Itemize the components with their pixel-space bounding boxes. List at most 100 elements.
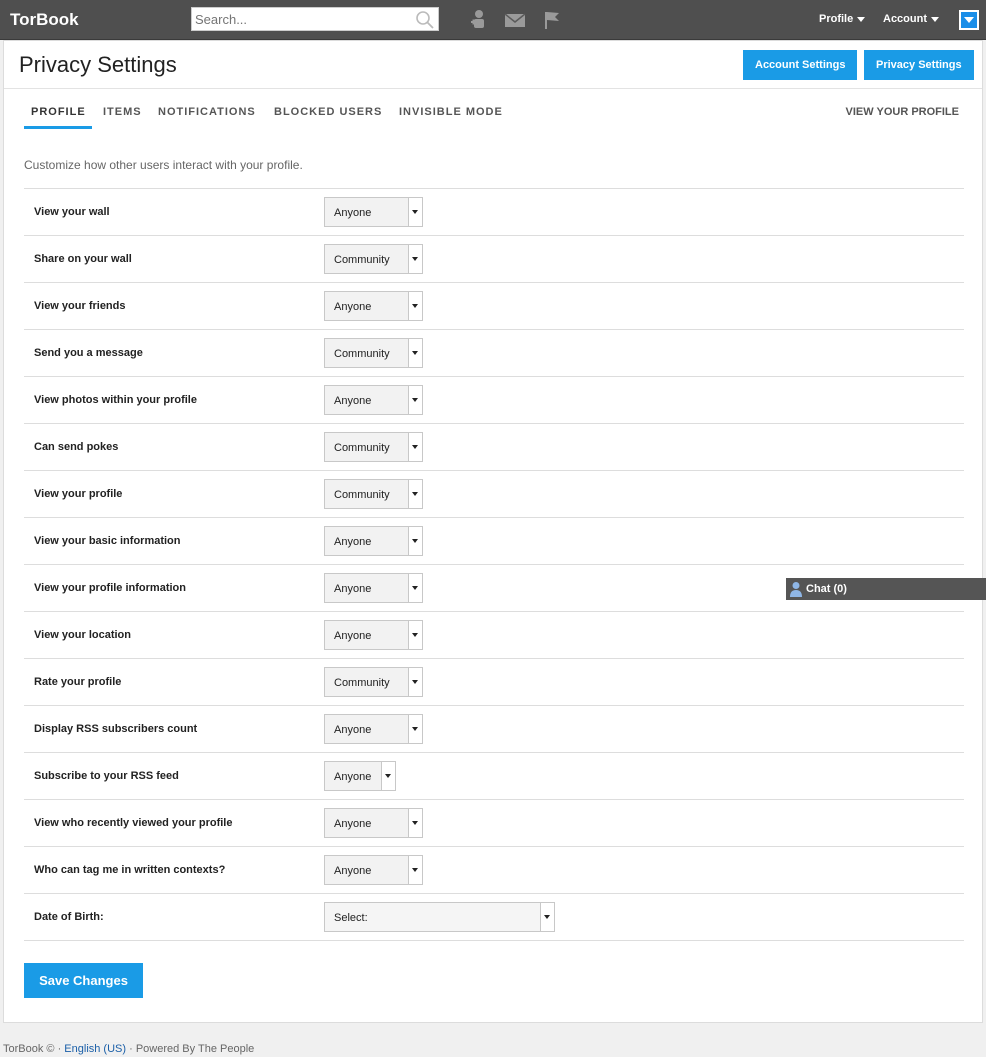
setting-label: View photos within your profile: [34, 394, 197, 406]
tab-blocked-users[interactable]: BLOCKED USERS: [274, 106, 382, 118]
messages-icon[interactable]: [504, 9, 526, 31]
profile-menu[interactable]: Profile: [819, 13, 866, 25]
setting-value: Community: [334, 348, 390, 360]
setting-select[interactable]: Community: [324, 479, 423, 509]
setting-value: Anyone: [334, 818, 372, 830]
setting-value: Anyone: [334, 395, 372, 407]
setting-label: View your location: [34, 629, 131, 641]
setting-label: View your profile: [34, 488, 123, 500]
notifications-flag-icon[interactable]: [541, 9, 563, 31]
page-header: Privacy Settings Account Settings Privac…: [4, 41, 982, 89]
view-profile-link[interactable]: VIEW YOUR PROFILE: [846, 106, 959, 118]
dropdown-arrow-icon: [408, 856, 422, 884]
dropdown-arrow-icon: [408, 245, 422, 273]
chat-bar[interactable]: Chat (0): [786, 578, 986, 600]
footer-powered-by: · Powered By The People: [129, 1043, 255, 1055]
setting-value: Anyone: [334, 583, 372, 595]
setting-row: View your wall Anyone: [24, 189, 964, 236]
setting-label: View who recently viewed your profile: [34, 817, 233, 829]
tab-invisible-mode[interactable]: INVISIBLE MODE: [399, 106, 503, 118]
setting-label: Display RSS subscribers count: [34, 723, 198, 735]
setting-select[interactable]: Community: [324, 244, 423, 274]
quick-menu-button[interactable]: [959, 10, 979, 30]
dropdown-arrow-icon: [408, 715, 422, 743]
setting-select[interactable]: Anyone: [324, 573, 423, 603]
tab-profile[interactable]: PROFILE: [31, 106, 86, 118]
search-box: [191, 7, 439, 31]
setting-select[interactable]: Anyone: [324, 197, 423, 227]
settings-tabs: PROFILE ITEMS NOTIFICATIONS BLOCKED USER…: [24, 101, 964, 131]
active-tab-indicator: [24, 126, 92, 129]
dropdown-arrow-icon: [408, 574, 422, 602]
setting-select[interactable]: Anyone: [324, 808, 423, 838]
setting-select[interactable]: Anyone: [324, 855, 423, 885]
account-menu-label: Account: [883, 13, 927, 25]
intro-text: Customize how other users interact with …: [24, 158, 303, 172]
privacy-settings-list: View your wall Anyone Share on your wall…: [24, 188, 964, 941]
save-changes-button[interactable]: Save Changes: [24, 963, 143, 998]
setting-value: Community: [334, 442, 390, 454]
page-title: Privacy Settings: [19, 52, 177, 77]
language-link[interactable]: English (US): [64, 1043, 126, 1055]
privacy-settings-button[interactable]: Privacy Settings: [864, 50, 974, 80]
user-icon: [790, 582, 802, 597]
friend-requests-icon[interactable]: [468, 9, 490, 31]
search-icon[interactable]: [415, 10, 435, 30]
setting-row: View your location Anyone: [24, 612, 964, 659]
account-menu[interactable]: Account: [883, 13, 939, 25]
tab-items[interactable]: ITEMS: [103, 106, 142, 118]
setting-label: Subscribe to your RSS feed: [34, 770, 179, 782]
profile-menu-label: Profile: [819, 13, 854, 25]
dropdown-arrow-icon: [408, 527, 422, 555]
account-settings-button[interactable]: Account Settings: [743, 50, 858, 80]
setting-value: Community: [334, 677, 390, 689]
setting-value: Community: [334, 254, 390, 266]
setting-row: View your profile Community: [24, 471, 964, 518]
setting-select[interactable]: Anyone: [324, 620, 423, 650]
search-input[interactable]: [192, 8, 412, 30]
setting-value: Select:: [334, 912, 368, 924]
setting-value: Anyone: [334, 724, 372, 736]
date-of-birth-select[interactable]: Select:: [324, 902, 555, 932]
setting-row: View your friends Anyone: [24, 283, 964, 330]
setting-select[interactable]: Community: [324, 432, 423, 462]
setting-select[interactable]: Community: [324, 667, 423, 697]
setting-value: Anyone: [334, 865, 372, 877]
chat-label: Chat (0): [806, 583, 847, 595]
settings-panel: Privacy Settings Account Settings Privac…: [3, 40, 983, 1023]
setting-label: Can send pokes: [34, 441, 119, 453]
footer: TorBook © · English (US) · Powered By Th…: [3, 1043, 254, 1055]
setting-row: Who can tag me in written contexts? Anyo…: [24, 847, 964, 894]
setting-row: View your basic information Anyone: [24, 518, 964, 565]
dropdown-arrow-icon: [408, 433, 422, 461]
app-logo[interactable]: TorBook: [10, 10, 79, 30]
setting-select[interactable]: Anyone: [324, 714, 423, 744]
setting-row: Send you a message Community: [24, 330, 964, 377]
setting-value: Anyone: [334, 301, 372, 313]
setting-select[interactable]: Anyone: [324, 761, 396, 791]
setting-label: Date of Birth:: [34, 911, 104, 923]
dropdown-arrow-icon: [408, 198, 422, 226]
dropdown-arrow-icon: [408, 339, 422, 367]
setting-select[interactable]: Community: [324, 338, 423, 368]
dropdown-arrow-icon: [381, 762, 395, 790]
setting-label: Who can tag me in written contexts?: [34, 864, 226, 876]
setting-row: Can send pokes Community: [24, 424, 964, 471]
top-navbar: TorBook Profile Account: [0, 0, 986, 40]
setting-label: View your wall: [34, 206, 110, 218]
setting-value: Community: [334, 489, 390, 501]
setting-row: Date of Birth: Select:: [24, 894, 964, 941]
tab-notifications[interactable]: NOTIFICATIONS: [158, 106, 256, 118]
setting-row: Rate your profile Community: [24, 659, 964, 706]
setting-select[interactable]: Anyone: [324, 526, 423, 556]
setting-row: View who recently viewed your profile An…: [24, 800, 964, 847]
dropdown-arrow-icon: [408, 809, 422, 837]
dropdown-arrow-icon: [408, 668, 422, 696]
setting-select[interactable]: Anyone: [324, 385, 423, 415]
setting-row: Share on your wall Community: [24, 236, 964, 283]
dropdown-arrow-icon: [540, 903, 554, 931]
setting-label: View your profile information: [34, 582, 186, 594]
setting-label: View your basic information: [34, 535, 181, 547]
setting-row: Display RSS subscribers count Anyone: [24, 706, 964, 753]
setting-select[interactable]: Anyone: [324, 291, 423, 321]
